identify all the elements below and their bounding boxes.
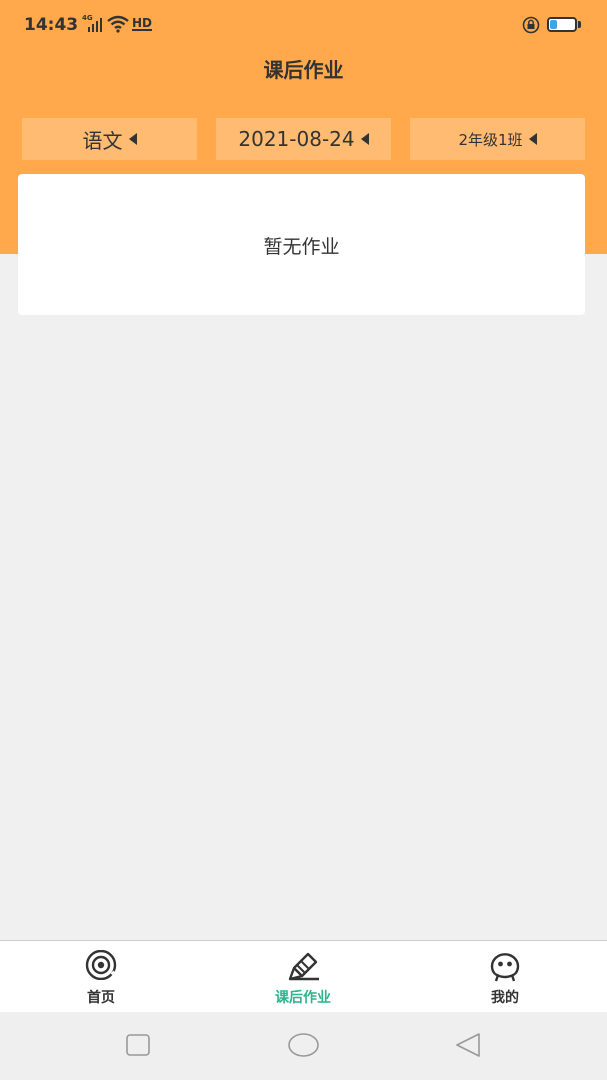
caret-left-icon [360,133,369,145]
subject-dropdown[interactable]: 语文 [22,118,197,160]
tab-mine[interactable]: 我的 [404,941,606,1013]
rotation-lock-icon [522,16,540,34]
tab-home-label: 首页 [87,990,115,1006]
signal-icon: 4G [82,14,102,32]
recent-apps-button[interactable] [125,1032,151,1058]
status-time: 14:43 [24,15,79,35]
profile-face-icon [490,953,520,982]
caret-left-icon [128,133,137,145]
tab-mine-label: 我的 [491,990,519,1006]
battery-level [550,20,557,29]
hd-icon: HD [132,16,153,31]
subject-value: 语文 [82,128,123,153]
system-nav-bar [0,1012,607,1080]
pencil-icon [288,952,319,981]
status-bar: 14:43 4G HD [0,0,607,52]
class-value: 2年级1班 [458,130,523,149]
battery-cap [578,21,581,28]
bottom-tab-bar: 首页 课后作业 我的 [0,940,607,1012]
wifi-icon [107,15,129,33]
tab-homework[interactable]: 课后作业 [202,941,404,1013]
homework-card: 暂无作业 [18,174,585,315]
date-value: 2021-08-24 [238,127,355,151]
tab-homework-label: 课后作业 [275,990,331,1006]
home-eye-icon [85,950,118,980]
home-button[interactable] [287,1032,320,1058]
date-dropdown[interactable]: 2021-08-24 [216,118,391,160]
caret-left-icon [528,133,537,145]
tab-home[interactable]: 首页 [0,941,202,1013]
back-button[interactable] [454,1032,482,1058]
empty-state-text: 暂无作业 [263,236,340,258]
class-dropdown[interactable]: 2年级1班 [410,118,585,160]
page-title: 课后作业 [263,58,344,82]
battery-icon [547,17,577,32]
